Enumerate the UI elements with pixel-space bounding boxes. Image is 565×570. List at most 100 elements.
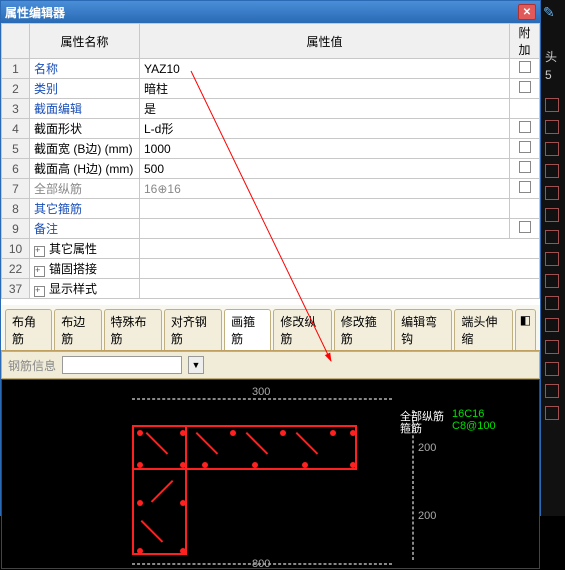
prop-name: 截面形状 bbox=[30, 119, 140, 139]
table-row[interactable]: 8其它箍筋 bbox=[2, 199, 540, 219]
rebar-info-dropdown[interactable]: ▼ bbox=[188, 356, 204, 374]
prop-value[interactable] bbox=[140, 259, 540, 279]
expand-icon[interactable]: + bbox=[34, 246, 45, 257]
checkbox[interactable] bbox=[519, 161, 531, 173]
prop-extra[interactable] bbox=[510, 79, 540, 99]
checkbox[interactable] bbox=[519, 61, 531, 73]
checkbox[interactable] bbox=[519, 81, 531, 93]
prop-name: +显示样式 bbox=[30, 279, 140, 299]
row-number: 6 bbox=[2, 159, 30, 179]
table-row[interactable]: 9备注 bbox=[2, 219, 540, 239]
prop-value[interactable]: 500 bbox=[140, 159, 510, 179]
close-button[interactable]: ✕ bbox=[518, 4, 536, 20]
side-box[interactable] bbox=[545, 406, 559, 420]
tab-5[interactable]: 修改纵筋 bbox=[273, 309, 331, 350]
annot-all-rebar-value: 16C16 bbox=[452, 408, 484, 420]
header-name: 属性名称 bbox=[30, 24, 140, 59]
tab-3[interactable]: 对齐钢筋 bbox=[164, 309, 222, 350]
table-row[interactable]: 1名称YAZ10 bbox=[2, 59, 540, 79]
table-row[interactable]: 2类别暗柱 bbox=[2, 79, 540, 99]
table-row[interactable]: 10+其它属性 bbox=[2, 239, 540, 259]
row-number: 22 bbox=[2, 259, 30, 279]
prop-name: 截面高 (H边) (mm) bbox=[30, 159, 140, 179]
checkbox[interactable] bbox=[519, 141, 531, 153]
stirrup bbox=[247, 432, 277, 462]
expand-icon[interactable]: + bbox=[34, 286, 45, 297]
side-box[interactable] bbox=[545, 340, 559, 354]
prop-extra[interactable] bbox=[510, 119, 540, 139]
annot-stirrup-value: C8@100 bbox=[452, 420, 496, 432]
table-row[interactable]: 5截面宽 (B边) (mm)1000 bbox=[2, 139, 540, 159]
prop-value[interactable] bbox=[140, 199, 510, 219]
tab-4[interactable]: 画箍筋 bbox=[224, 309, 271, 350]
prop-value[interactable]: L-d形 bbox=[140, 119, 510, 139]
prop-name: +锚固搭接 bbox=[30, 259, 140, 279]
prop-name: 截面宽 (B边) (mm) bbox=[30, 139, 140, 159]
row-number: 5 bbox=[2, 139, 30, 159]
checkbox[interactable] bbox=[519, 121, 531, 133]
prop-value[interactable] bbox=[140, 279, 540, 299]
table-row[interactable]: 37+显示样式 bbox=[2, 279, 540, 299]
prop-value[interactable]: 是 bbox=[140, 99, 510, 119]
prop-value[interactable]: 暗柱 bbox=[140, 79, 510, 99]
row-number: 10 bbox=[2, 239, 30, 259]
side-box[interactable] bbox=[545, 318, 559, 332]
side-box[interactable] bbox=[545, 296, 559, 310]
annot-stirrup-label: 箍筋 bbox=[400, 420, 422, 436]
side-box[interactable] bbox=[545, 186, 559, 200]
tab-7[interactable]: 编辑弯钩 bbox=[394, 309, 452, 350]
eyedropper-icon[interactable]: ✎ bbox=[543, 4, 555, 21]
prop-extra[interactable] bbox=[510, 179, 540, 199]
prop-extra[interactable] bbox=[510, 99, 540, 119]
tab-bar: 布角筋布边筋特殊布筋对齐钢筋画箍筋修改纵筋修改箍筋编辑弯钩端头伸缩◧ bbox=[1, 305, 540, 351]
checkbox[interactable] bbox=[519, 181, 531, 193]
expand-icon[interactable]: + bbox=[34, 266, 45, 277]
stirrup bbox=[297, 432, 327, 462]
side-box[interactable] bbox=[545, 142, 559, 156]
prop-extra[interactable] bbox=[510, 199, 540, 219]
row-number: 2 bbox=[2, 79, 30, 99]
tab-more-icon[interactable]: ◧ bbox=[515, 309, 536, 350]
prop-value[interactable]: YAZ10 bbox=[140, 59, 510, 79]
side-box[interactable] bbox=[545, 362, 559, 376]
tab-8[interactable]: 端头伸缩 bbox=[454, 309, 512, 350]
side-text-1: 头 bbox=[545, 48, 557, 65]
side-box[interactable] bbox=[545, 230, 559, 244]
prop-name: 类别 bbox=[30, 79, 140, 99]
table-row[interactable]: 6截面高 (H边) (mm)500 bbox=[2, 159, 540, 179]
prop-value[interactable]: 1000 bbox=[140, 139, 510, 159]
prop-extra[interactable] bbox=[510, 159, 540, 179]
prop-name: 备注 bbox=[30, 219, 140, 239]
dim-h1: 200 bbox=[418, 442, 436, 454]
property-grid: 属性名称 属性值 附加 1名称YAZ102类别暗柱3截面编辑是4截面形状L-d形… bbox=[1, 23, 540, 299]
table-row[interactable]: 4截面形状L-d形 bbox=[2, 119, 540, 139]
prop-value[interactable] bbox=[140, 219, 510, 239]
tab-2[interactable]: 特殊布筋 bbox=[104, 309, 162, 350]
stirrup bbox=[142, 480, 172, 510]
prop-value[interactable]: 16⊕16 bbox=[140, 179, 510, 199]
dim-w: 800 bbox=[252, 558, 270, 570]
side-box[interactable] bbox=[545, 274, 559, 288]
tab-0[interactable]: 布角筋 bbox=[5, 309, 52, 350]
prop-extra[interactable] bbox=[510, 219, 540, 239]
side-box[interactable] bbox=[545, 98, 559, 112]
prop-value[interactable] bbox=[140, 239, 540, 259]
stirrup bbox=[142, 520, 172, 550]
tab-6[interactable]: 修改箍筋 bbox=[334, 309, 392, 350]
tab-1[interactable]: 布边筋 bbox=[54, 309, 101, 350]
section-canvas[interactable]: 300 全部纵筋 16C16 箍筋 C8@100 200 200 800 bbox=[1, 379, 540, 569]
table-row[interactable]: 3截面编辑是 bbox=[2, 99, 540, 119]
ruler-label: 300 bbox=[252, 386, 270, 398]
side-text-2: 5 bbox=[545, 68, 552, 82]
side-box[interactable] bbox=[545, 208, 559, 222]
rebar-info-input[interactable] bbox=[62, 356, 182, 374]
prop-extra[interactable] bbox=[510, 139, 540, 159]
side-box[interactable] bbox=[545, 384, 559, 398]
table-row[interactable]: 7全部纵筋16⊕16 bbox=[2, 179, 540, 199]
prop-extra[interactable] bbox=[510, 59, 540, 79]
side-box[interactable] bbox=[545, 252, 559, 266]
checkbox[interactable] bbox=[519, 221, 531, 233]
side-box[interactable] bbox=[545, 164, 559, 178]
table-row[interactable]: 22+锚固搭接 bbox=[2, 259, 540, 279]
side-box[interactable] bbox=[545, 120, 559, 134]
